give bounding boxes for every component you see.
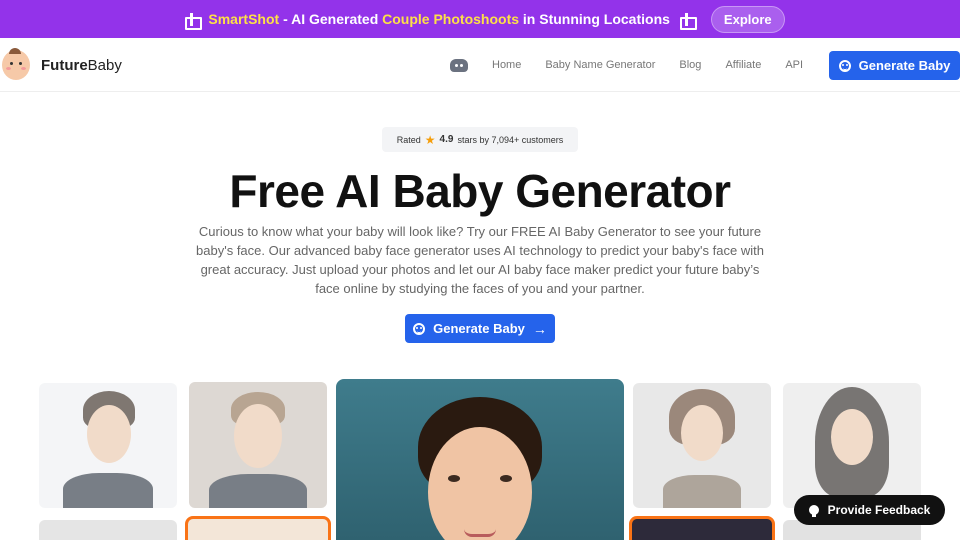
nav-link-affiliate[interactable]: Affiliate — [725, 59, 761, 71]
rated-suffix: stars by 7,094+ customers — [457, 134, 564, 145]
baby-face-icon — [413, 322, 426, 335]
nav-link-api[interactable]: API — [785, 59, 803, 71]
discord-icon[interactable] — [450, 58, 468, 72]
banner-brand: SmartShot — [208, 11, 280, 27]
promo-banner[interactable]: SmartShot - AI Generated Couple Photosho… — [0, 0, 960, 38]
nav-link-baby-name-generator[interactable]: Baby Name Generator — [545, 59, 655, 71]
provide-feedback-label: Provide Feedback — [827, 503, 931, 517]
nav-generate-baby-label: Generate Baby — [858, 58, 951, 73]
banner-highlight: Couple Photoshoots — [382, 11, 520, 27]
provide-feedback-button[interactable]: Provide Feedback — [794, 495, 945, 525]
gallery-photo-parent-1 — [39, 383, 177, 508]
gallery-photo-parent-3 — [633, 383, 771, 508]
banner-text-end: in Stunning Locations — [519, 11, 670, 27]
logo-text: FutureBaby — [41, 56, 122, 74]
baby-face-icon — [838, 59, 851, 72]
lightbulb-icon — [808, 505, 819, 517]
star-icon: ★ — [424, 132, 436, 147]
gallery-photo-parent-2 — [189, 382, 327, 508]
logo[interactable]: FutureBaby — [0, 48, 122, 82]
banner-text-mid: - AI Generated — [279, 11, 383, 27]
nav-link-home[interactable]: Home — [492, 59, 521, 71]
gallery-photo-parent-4 — [783, 383, 921, 508]
gallery-photo-row2-3 — [629, 516, 775, 540]
page-title: Free AI Baby Generator — [229, 165, 731, 217]
nav-link-blog[interactable]: Blog — [679, 59, 701, 71]
gift-icon — [185, 12, 203, 30]
arrow-right-icon: → — [532, 320, 547, 337]
rating-badge: Rated ★ 4.9 stars by 7,094+ customers — [382, 127, 578, 152]
gift-icon — [679, 12, 697, 30]
explore-button[interactable]: Explore — [710, 5, 785, 33]
nav-generate-baby-button[interactable]: Generate Baby — [829, 51, 960, 80]
hero-generate-baby-button[interactable]: Generate Baby → — [405, 314, 555, 343]
rating-value: 4.9 — [439, 134, 454, 145]
rated-prefix: Rated — [396, 134, 421, 145]
top-nav: FutureBaby Home Baby Name Generator Blog… — [0, 38, 960, 92]
gallery-photo-row2-1 — [39, 520, 177, 540]
hero-generate-baby-label: Generate Baby — [433, 321, 525, 336]
gallery-photo-generated-child — [336, 379, 624, 540]
gallery-photo-row2-2 — [185, 516, 331, 540]
nav-links: Home Baby Name Generator Blog Affiliate … — [450, 38, 827, 92]
hero-description: Curious to know what your baby will look… — [196, 224, 764, 296]
baby-logo-icon — [0, 48, 32, 82]
